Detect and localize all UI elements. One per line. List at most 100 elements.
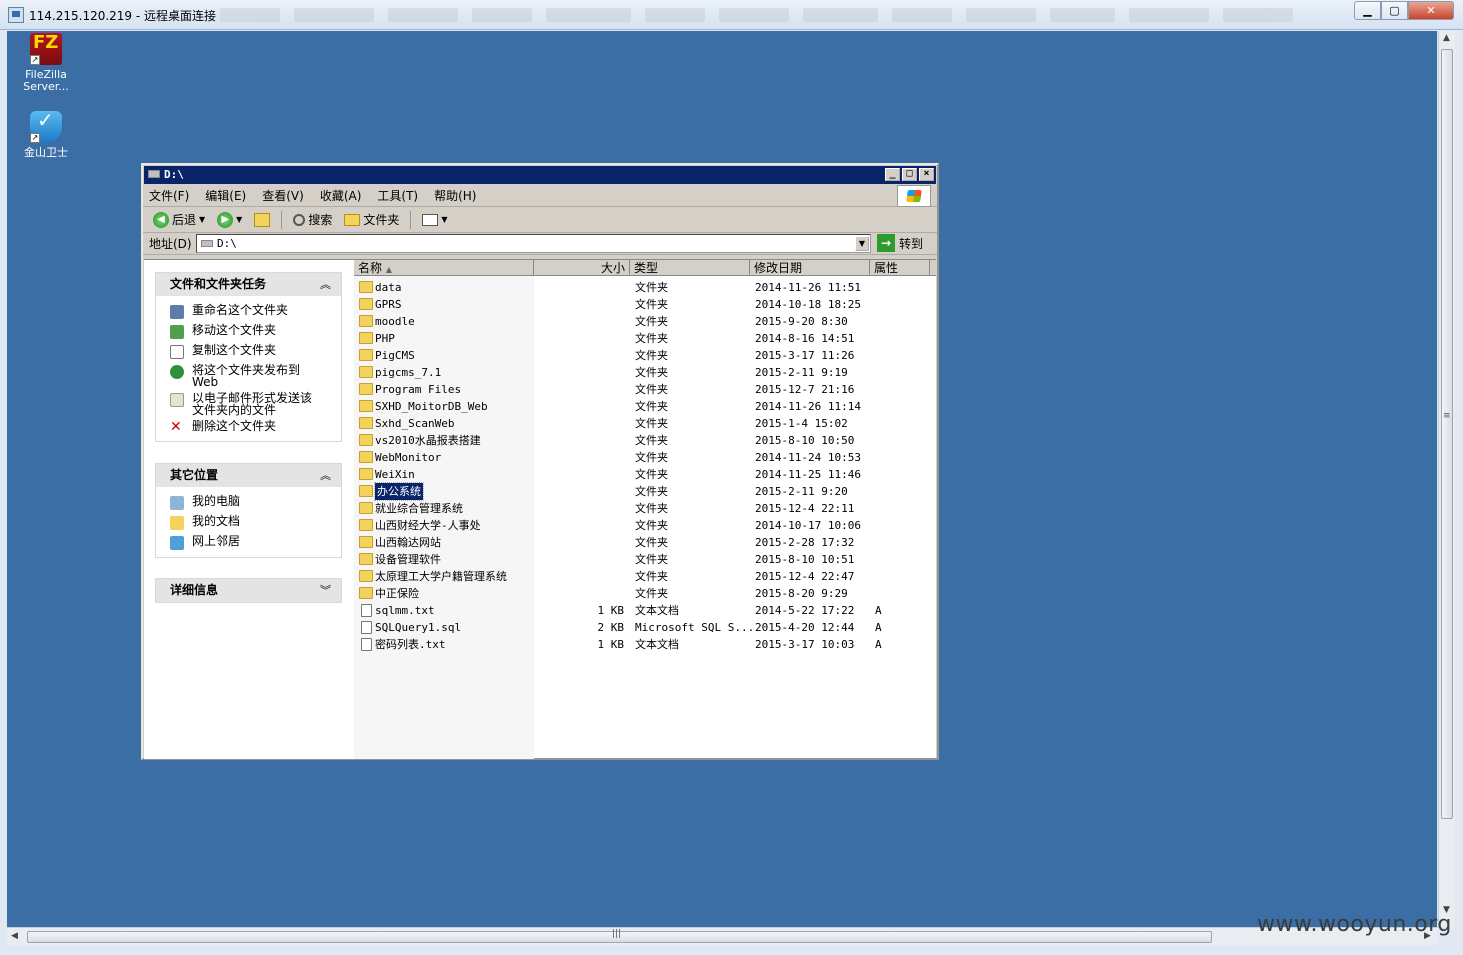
address-value: D:\	[217, 237, 237, 250]
folder-icon	[359, 502, 373, 514]
menu-file[interactable]: 文件(F)	[149, 187, 189, 204]
column-name[interactable]: 名称 ▲	[354, 260, 534, 276]
collapse-icon[interactable]: ︽	[320, 464, 331, 487]
back-button[interactable]: ◀ 后退 ▼	[149, 211, 209, 228]
go-button[interactable]: → 转到	[877, 234, 923, 252]
file-tasks-header[interactable]: 文件和文件夹任务 ︽	[156, 273, 341, 296]
network-icon	[170, 536, 184, 550]
folder-row[interactable]: PHP 文件夹 2014-8-16 14:51	[354, 330, 936, 347]
other-places-header[interactable]: 其它位置 ︽	[156, 464, 341, 487]
search-button[interactable]: 搜索	[289, 211, 336, 228]
task-label: 删除这个文件夹	[192, 419, 277, 433]
menu-tools[interactable]: 工具(T)	[377, 187, 418, 204]
expand-icon[interactable]: ︾	[320, 579, 331, 602]
folder-row[interactable]: pigcms_7.1 文件夹 2015-2-11 9:19	[354, 364, 936, 381]
menu-help[interactable]: 帮助(H)	[434, 187, 476, 204]
address-dropdown-button[interactable]: ▼	[855, 236, 869, 251]
up-folder-icon	[254, 212, 271, 227]
collapse-icon[interactable]: ︽	[320, 273, 331, 296]
file-tasks-title: 文件和文件夹任务	[170, 277, 267, 291]
file-type: 文件夹	[635, 400, 668, 413]
folder-row[interactable]: 太原理工大学户籍管理系统 文件夹 2015-12-4 22:47	[354, 568, 936, 585]
views-button[interactable]: ▼	[418, 213, 451, 226]
task-publish-web[interactable]: 将这个文件夹发布到 Web	[156, 362, 341, 390]
folder-row[interactable]: 中正保险 文件夹 2015-8-20 9:29	[354, 585, 936, 602]
explorer-title: D:\	[164, 168, 184, 181]
task-copy-folder[interactable]: 复制这个文件夹	[156, 342, 341, 362]
file-row[interactable]: 密码列表.txt 1 KB 文本文档 2015-3-17 10:03 A	[354, 636, 936, 653]
explorer-window-controls: _ □ ×	[885, 168, 934, 181]
menu-favorites[interactable]: 收藏(A)	[320, 187, 362, 204]
maximize-button[interactable]: □	[902, 168, 917, 181]
folder-row[interactable]: WeiXin 文件夹 2014-11-25 11:46	[354, 466, 936, 483]
chevron-down-icon[interactable]: ▼	[199, 215, 205, 224]
up-folder-button[interactable]	[250, 212, 274, 227]
scrollbar-thumb[interactable]	[1441, 49, 1453, 819]
folders-button[interactable]: 文件夹	[340, 211, 403, 228]
back-arrow-icon: ◀	[153, 211, 169, 228]
chevron-down-icon[interactable]: ▼	[236, 215, 242, 224]
documents-icon	[170, 516, 184, 530]
file-row[interactable]: SQLQuery1.sql 2 KB Microsoft SQL S... 2015-…	[354, 619, 936, 636]
folder-row[interactable]: moodle 文件夹 2015-9-20 8:30	[354, 313, 936, 330]
column-date[interactable]: 修改日期	[750, 260, 870, 276]
task-move-folder[interactable]: 移动这个文件夹	[156, 322, 341, 342]
task-delete-folder[interactable]: ✕ 删除这个文件夹	[156, 418, 341, 438]
file-type: 文件夹	[635, 553, 668, 566]
minimize-button[interactable]: ▁	[1354, 1, 1381, 20]
forward-button[interactable]: ▶ ▼	[213, 211, 246, 228]
task-email-files[interactable]: 以电子邮件形式发送该 文件夹内的文件	[156, 390, 341, 418]
folder-icon	[359, 570, 373, 582]
folder-row[interactable]: 就业综合管理系统 文件夹 2015-12-4 22:11	[354, 500, 936, 517]
grip-icon: |||	[612, 929, 622, 939]
folder-icon	[359, 536, 373, 548]
file-date: 2015-3-17 10:03	[755, 638, 855, 651]
folder-row[interactable]: 设备管理软件 文件夹 2015-8-10 10:51	[354, 551, 936, 568]
folder-row[interactable]: Program Files 文件夹 2015-12-7 21:16	[354, 381, 936, 398]
folder-row[interactable]: 办公系统 文件夹 2015-2-11 9:20	[354, 482, 936, 501]
horizontal-scrollbar[interactable]: ◀ ||| ▶	[7, 927, 1438, 945]
shortcut-arrow-icon: ↗	[30, 55, 40, 65]
minimize-button[interactable]: _	[885, 168, 900, 181]
column-attributes[interactable]: 属性	[870, 260, 930, 276]
column-size[interactable]: 大小	[534, 260, 630, 276]
folder-row[interactable]: GPRS 文件夹 2014-10-18 18:25	[354, 296, 936, 313]
file-type: 文件夹	[635, 485, 668, 498]
address-input[interactable]: D:\	[196, 234, 871, 253]
column-type[interactable]: 类型	[630, 260, 750, 276]
folder-row[interactable]: vs2010水晶报表搭建 文件夹 2015-8-10 10:50	[354, 432, 936, 449]
scroll-up-icon[interactable]: ▲	[1443, 33, 1450, 43]
details-header[interactable]: 详细信息 ︾	[156, 579, 341, 602]
folder-row[interactable]: WebMonitor 文件夹 2014-11-24 10:53	[354, 449, 936, 466]
vertical-scrollbar[interactable]: ▲ ≡ ▼	[1438, 31, 1455, 927]
task-rename-folder[interactable]: 重命名这个文件夹	[156, 302, 341, 322]
folder-row[interactable]: 山西财经大学-人事处 文件夹 2014-10-17 10:06	[354, 517, 936, 534]
place-my-computer[interactable]: 我的电脑	[156, 493, 341, 513]
menu-view[interactable]: 查看(V)	[262, 187, 304, 204]
place-network[interactable]: 网上邻居	[156, 533, 341, 553]
file-date: 2015-3-17 11:26	[755, 349, 855, 362]
maximize-button[interactable]: ▢	[1381, 1, 1408, 20]
close-button[interactable]: ✕	[1408, 1, 1454, 20]
folder-row[interactable]: 山西翰达网站 文件夹 2015-2-28 17:32	[354, 534, 936, 551]
folder-row[interactable]: Sxhd_ScanWeb 文件夹 2015-1-4 15:02	[354, 415, 936, 432]
file-tasks-panel: 文件和文件夹任务 ︽ 重命名这个文件夹 移动这个文件夹 复制这个文件夹 将这个文…	[155, 272, 342, 442]
chevron-down-icon: ▼	[441, 215, 448, 224]
desktop-icon-kingsoft-guard[interactable]: ↗ 金山卫士	[7, 111, 86, 159]
folder-icon	[359, 519, 373, 531]
scroll-left-icon[interactable]: ◀	[11, 931, 18, 941]
folder-row[interactable]: SXHD_MoitorDB_Web 文件夹 2014-11-26 11:14	[354, 398, 936, 415]
file-date: 2014-8-16 14:51	[755, 332, 855, 345]
folder-icon	[359, 366, 373, 378]
desktop-icon-label: Server...	[23, 80, 69, 93]
menu-edit[interactable]: 编辑(E)	[205, 187, 246, 204]
drive-icon	[148, 170, 160, 178]
folder-row[interactable]: PigCMS 文件夹 2015-3-17 11:26	[354, 347, 936, 364]
close-button[interactable]: ×	[919, 168, 934, 181]
file-row[interactable]: sqlmm.txt 1 KB 文本文档 2014-5-22 17:22 A	[354, 602, 936, 619]
place-my-documents[interactable]: 我的文档	[156, 513, 341, 533]
file-name: moodle	[375, 315, 415, 328]
desktop-icon-filezilla[interactable]: ↗ FileZilla Server...	[7, 33, 86, 93]
file-icon	[361, 621, 372, 634]
folder-row[interactable]: data 文件夹 2014-11-26 11:51	[354, 279, 936, 296]
